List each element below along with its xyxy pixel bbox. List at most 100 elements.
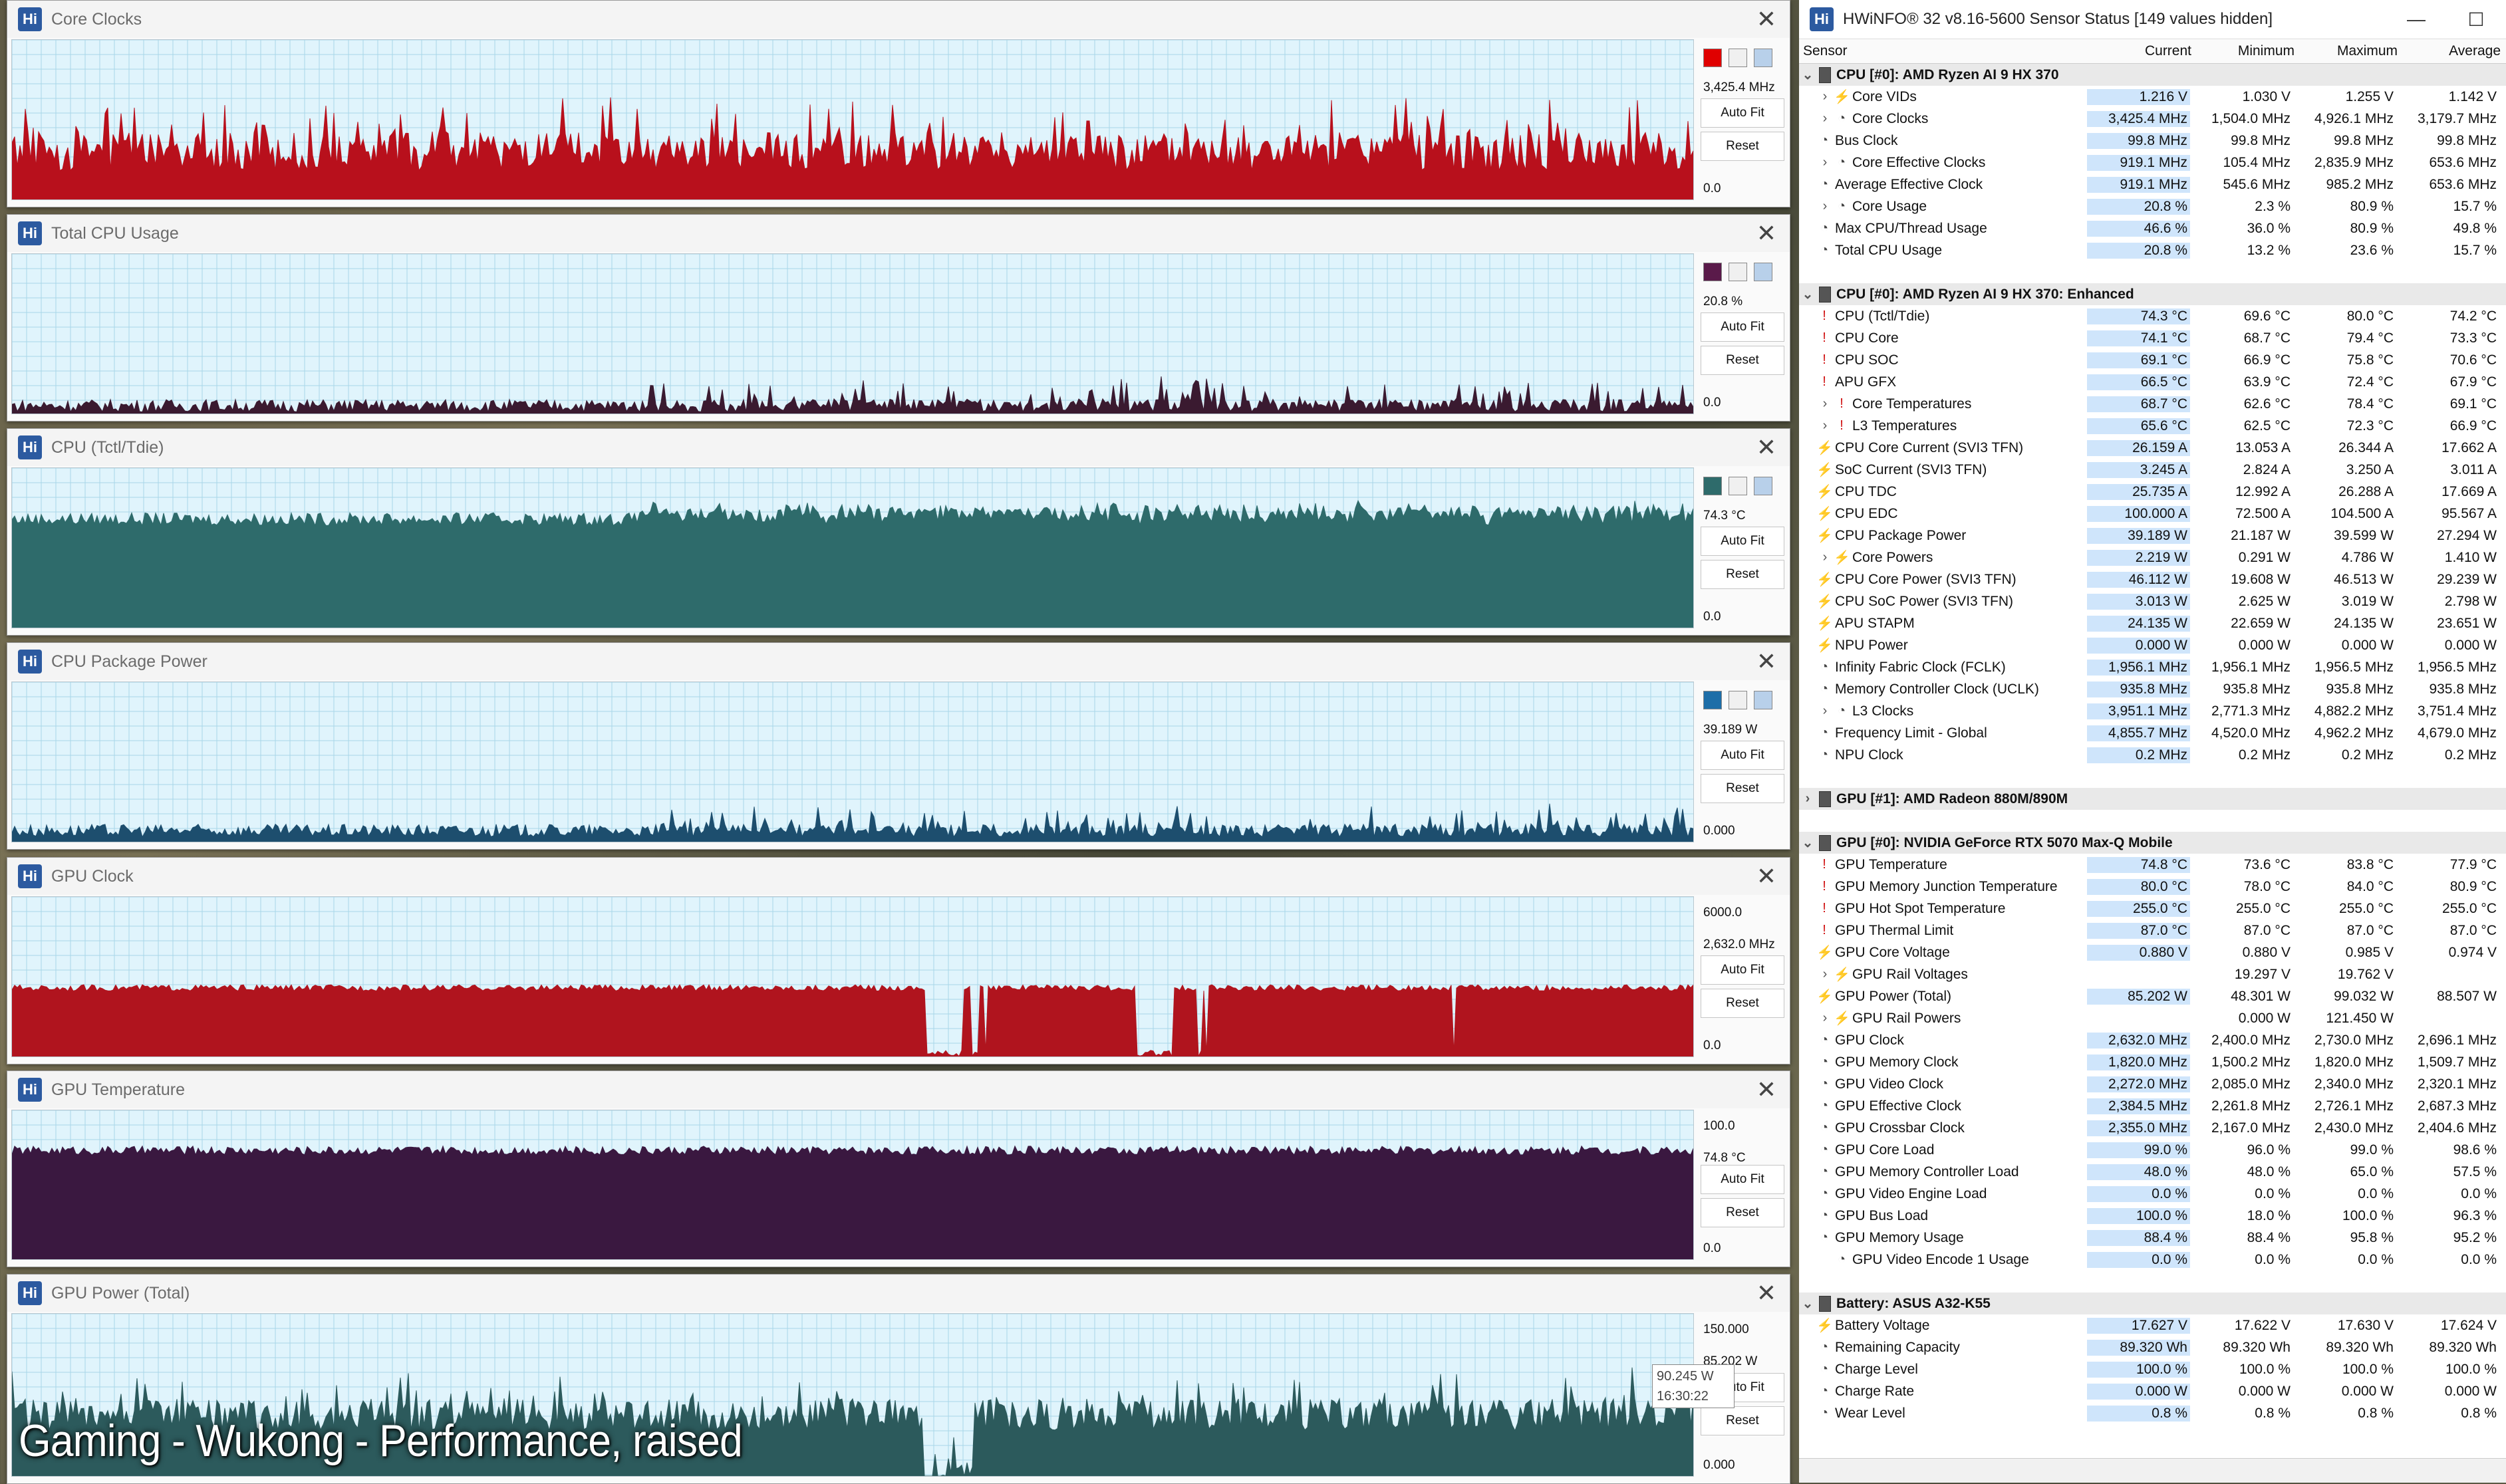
graph-color-swatches[interactable] bbox=[1703, 263, 1772, 281]
sensor-row[interactable]: › ◔ Core Usage 20.8 % 2.3 % 80.9 % 15.7 … bbox=[1799, 195, 2506, 217]
chevron-right-icon[interactable]: › bbox=[1816, 396, 1834, 412]
column-current[interactable]: Current bbox=[2091, 43, 2194, 59]
sensor-row[interactable]: › ◔ Core Clocks 3,425.4 MHz 1,504.0 MHz … bbox=[1799, 108, 2506, 130]
fill-color-swatch[interactable] bbox=[1729, 691, 1747, 709]
sensor-row[interactable]: ◔ GPU Memory Clock 1,820.0 MHz 1,500.2 M… bbox=[1799, 1051, 2506, 1073]
close-icon[interactable]: ✕ bbox=[1743, 5, 1790, 33]
sensor-row[interactable]: ◔ Bus Clock 99.8 MHz 99.8 MHz 99.8 MHz 9… bbox=[1799, 130, 2506, 152]
fill-color-swatch[interactable] bbox=[1729, 477, 1747, 495]
sensor-row[interactable]: ⚡ SoC Current (SVI3 TFN) 3.245 A 2.824 A… bbox=[1799, 459, 2506, 481]
line-color-swatch[interactable] bbox=[1703, 477, 1722, 495]
column-maximum[interactable]: Maximum bbox=[2297, 43, 2400, 59]
sensor-row[interactable]: › ◔ L3 Clocks 3,951.1 MHz 2,771.3 MHz 4,… bbox=[1799, 700, 2506, 722]
bg-color-swatch[interactable] bbox=[1754, 477, 1772, 495]
bg-color-swatch[interactable] bbox=[1754, 263, 1772, 281]
line-color-swatch[interactable] bbox=[1703, 691, 1722, 709]
chevron-right-icon[interactable]: › bbox=[1816, 199, 1834, 214]
chevron-right-icon[interactable]: › bbox=[1816, 967, 1834, 982]
sensor-row[interactable]: › ⚡ GPU Rail Voltages 19.297 V 19.762 V bbox=[1799, 963, 2506, 985]
sensor-row[interactable]: › ⚡ GPU Rail Powers 0.000 W 121.450 W bbox=[1799, 1007, 2506, 1029]
sensor-group-header[interactable]: ⌄ CPU [#0]: AMD Ryzen AI 9 HX 370: Enhan… bbox=[1799, 283, 2506, 305]
sensor-group-header[interactable]: ⌄ GPU [#0]: NVIDIA GeForce RTX 5070 Max-… bbox=[1799, 832, 2506, 854]
column-minimum[interactable]: Minimum bbox=[2194, 43, 2297, 59]
sensor-row[interactable]: ⚡ CPU Core Power (SVI3 TFN) 46.112 W 19.… bbox=[1799, 568, 2506, 590]
sensor-row[interactable]: ◔ GPU Video Encode 1 Usage 0.0 % 0.0 % 0… bbox=[1799, 1249, 2506, 1271]
sensor-row[interactable]: ⚡ Battery Voltage 17.627 V 17.622 V 17.6… bbox=[1799, 1314, 2506, 1336]
reset-button[interactable]: Reset bbox=[1701, 989, 1784, 1018]
sensor-row[interactable]: ◔ GPU Video Clock 2,272.0 MHz 2,085.0 MH… bbox=[1799, 1073, 2506, 1095]
maximize-icon[interactable]: ☐ bbox=[2446, 9, 2506, 31]
sensor-row[interactable]: ◔ Charge Level 100.0 % 100.0 % 100.0 % 1… bbox=[1799, 1358, 2506, 1380]
chevron-down-icon[interactable]: ⌄ bbox=[1799, 834, 1816, 851]
sensor-row[interactable]: ◔ GPU Clock 2,632.0 MHz 2,400.0 MHz 2,73… bbox=[1799, 1029, 2506, 1051]
fill-color-swatch[interactable] bbox=[1729, 49, 1747, 67]
chevron-down-icon[interactable]: ⌄ bbox=[1799, 1295, 1816, 1312]
column-sensor[interactable]: Sensor bbox=[1799, 43, 2091, 59]
reset-button[interactable]: Reset bbox=[1701, 1406, 1784, 1435]
auto-fit-button[interactable]: Auto Fit bbox=[1701, 955, 1784, 985]
sensor-row[interactable]: ! APU GFX 66.5 °C 63.9 °C 72.4 °C 67.9 °… bbox=[1799, 371, 2506, 393]
chevron-right-icon[interactable]: › bbox=[1816, 1011, 1834, 1026]
hwinfo-toolbar[interactable] bbox=[1799, 1458, 2506, 1483]
sensor-row[interactable]: ⚡ CPU TDC 25.735 A 12.992 A 26.288 A 17.… bbox=[1799, 481, 2506, 503]
sensor-row[interactable]: ◔ GPU Effective Clock 2,384.5 MHz 2,261.… bbox=[1799, 1095, 2506, 1117]
chevron-right-icon[interactable]: › bbox=[1816, 418, 1834, 433]
sensor-row[interactable]: › ⚡ Core VIDs 1.216 V 1.030 V 1.255 V 1.… bbox=[1799, 86, 2506, 108]
sensor-row[interactable]: ⚡ CPU Core Current (SVI3 TFN) 26.159 A 1… bbox=[1799, 437, 2506, 459]
close-icon[interactable]: ✕ bbox=[1743, 1076, 1790, 1104]
chevron-right-icon[interactable]: › bbox=[1816, 155, 1834, 170]
sensor-row[interactable]: ◔ GPU Video Engine Load 0.0 % 0.0 % 0.0 … bbox=[1799, 1183, 2506, 1205]
minimize-icon[interactable]: — bbox=[2386, 9, 2446, 30]
sensor-list[interactable]: ⌄ CPU [#0]: AMD Ryzen AI 9 HX 370 › ⚡ Cor… bbox=[1799, 64, 2506, 1424]
sensor-row[interactable]: ◔ GPU Memory Usage 88.4 % 88.4 % 95.8 % … bbox=[1799, 1227, 2506, 1249]
bg-color-swatch[interactable] bbox=[1754, 49, 1772, 67]
sensor-row[interactable]: ◔ Infinity Fabric Clock (FCLK) 1,956.1 M… bbox=[1799, 656, 2506, 678]
reset-button[interactable]: Reset bbox=[1701, 774, 1784, 803]
sensor-row[interactable]: ◔ Max CPU/Thread Usage 46.6 % 36.0 % 80.… bbox=[1799, 217, 2506, 239]
sensor-row[interactable]: ◔ Memory Controller Clock (UCLK) 935.8 M… bbox=[1799, 678, 2506, 700]
close-icon[interactable]: ✕ bbox=[1743, 219, 1790, 247]
sensor-row[interactable]: ◔ GPU Memory Controller Load 48.0 % 48.0… bbox=[1799, 1161, 2506, 1183]
sensor-row[interactable]: ⚡ CPU Package Power 39.189 W 21.187 W 39… bbox=[1799, 525, 2506, 547]
sensor-row[interactable]: ◔ NPU Clock 0.2 MHz 0.2 MHz 0.2 MHz 0.2 … bbox=[1799, 744, 2506, 766]
fill-color-swatch[interactable] bbox=[1729, 263, 1747, 281]
chevron-right-icon[interactable]: › bbox=[1816, 703, 1834, 719]
sensor-row[interactable]: › ! L3 Temperatures 65.6 °C 62.5 °C 72.3… bbox=[1799, 415, 2506, 437]
sensor-row[interactable]: ⚡ GPU Core Voltage 0.880 V 0.880 V 0.985… bbox=[1799, 941, 2506, 963]
graph-color-swatches[interactable] bbox=[1703, 691, 1772, 709]
sensor-row[interactable]: ! GPU Temperature 74.8 °C 73.6 °C 83.8 °… bbox=[1799, 854, 2506, 876]
sensor-row[interactable]: ◔ GPU Core Load 99.0 % 96.0 % 99.0 % 98.… bbox=[1799, 1139, 2506, 1161]
sensor-group-header[interactable]: ⌄ Battery: ASUS A32-K55 bbox=[1799, 1293, 2506, 1314]
close-icon[interactable]: ✕ bbox=[1743, 433, 1790, 461]
close-icon[interactable]: ✕ bbox=[1743, 862, 1790, 890]
sensor-row[interactable]: ◔ Charge Rate 0.000 W 0.000 W 0.000 W 0.… bbox=[1799, 1380, 2506, 1402]
close-icon[interactable]: ✕ bbox=[1743, 648, 1790, 676]
sensor-row[interactable]: ⚡ GPU Power (Total) 85.202 W 48.301 W 99… bbox=[1799, 985, 2506, 1007]
sensor-row[interactable]: ⚡ CPU EDC 100.000 A 72.500 A 104.500 A 9… bbox=[1799, 503, 2506, 525]
sensor-row[interactable]: ! CPU (Tctl/Tdie) 74.3 °C 69.6 °C 80.0 °… bbox=[1799, 305, 2506, 327]
chevron-down-icon[interactable]: ⌄ bbox=[1799, 286, 1816, 303]
sensor-row[interactable]: ! GPU Thermal Limit 87.0 °C 87.0 °C 87.0… bbox=[1799, 920, 2506, 941]
sensor-row[interactable]: ◔ Wear Level 0.8 % 0.8 % 0.8 % 0.8 % bbox=[1799, 1402, 2506, 1424]
sensor-row[interactable]: ⚡ APU STAPM 24.135 W 22.659 W 24.135 W 2… bbox=[1799, 612, 2506, 634]
sensor-row[interactable]: ◔ Remaining Capacity 89.320 Wh 89.320 Wh… bbox=[1799, 1336, 2506, 1358]
auto-fit-button[interactable]: Auto Fit bbox=[1701, 312, 1784, 342]
chevron-right-icon[interactable]: › bbox=[1816, 111, 1834, 126]
sensor-row[interactable]: ! CPU SOC 69.1 °C 66.9 °C 75.8 °C 70.6 °… bbox=[1799, 349, 2506, 371]
column-average[interactable]: Average bbox=[2400, 43, 2503, 59]
sensor-group-header[interactable]: ⌄ CPU [#0]: AMD Ryzen AI 9 HX 370 bbox=[1799, 64, 2506, 86]
reset-button[interactable]: Reset bbox=[1701, 560, 1784, 589]
sensor-group-header[interactable]: › GPU [#1]: AMD Radeon 880M/890M bbox=[1799, 788, 2506, 810]
chevron-right-icon[interactable]: › bbox=[1816, 89, 1834, 104]
auto-fit-button[interactable]: Auto Fit bbox=[1701, 98, 1784, 128]
reset-button[interactable]: Reset bbox=[1701, 1198, 1784, 1227]
sensor-row[interactable]: ◔ Average Effective Clock 919.1 MHz 545.… bbox=[1799, 174, 2506, 195]
sensor-row[interactable]: ◔ Frequency Limit - Global 4,855.7 MHz 4… bbox=[1799, 722, 2506, 744]
auto-fit-button[interactable]: Auto Fit bbox=[1701, 1165, 1784, 1194]
line-color-swatch[interactable] bbox=[1703, 49, 1722, 67]
sensor-row[interactable]: ◔ GPU Crossbar Clock 2,355.0 MHz 2,167.0… bbox=[1799, 1117, 2506, 1139]
auto-fit-button[interactable]: Auto Fit bbox=[1701, 527, 1784, 556]
graph-color-swatches[interactable] bbox=[1703, 477, 1772, 495]
column-header[interactable]: Sensor Current Minimum Maximum Average bbox=[1799, 39, 2506, 64]
sensor-row[interactable]: ! CPU Core 74.1 °C 68.7 °C 79.4 °C 73.3 … bbox=[1799, 327, 2506, 349]
